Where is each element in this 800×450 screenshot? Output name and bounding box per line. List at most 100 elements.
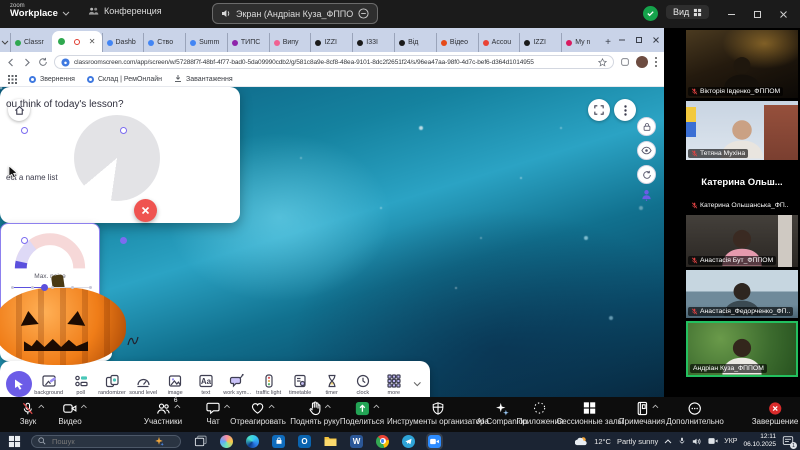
security-shield-icon[interactable] <box>643 6 658 21</box>
control-share-screen[interactable]: Поделиться <box>340 400 384 426</box>
browser-tab[interactable]: IZZI <box>310 33 352 52</box>
taskbar-zoom-icon[interactable] <box>428 435 441 448</box>
participant-tile-active-speaker[interactable]: Андріан Куза_ФППОМ <box>686 321 798 377</box>
chevron-up-icon[interactable] <box>174 404 181 409</box>
browser-restore-button[interactable] <box>630 32 647 49</box>
chevron-up-icon[interactable] <box>81 404 88 409</box>
window-restore-button[interactable] <box>748 5 766 23</box>
view-button[interactable]: Вид <box>666 5 709 19</box>
participant-tile[interactable]: Катерина Ольш... Катерина Ольшанська_ФП.… <box>686 163 798 212</box>
tool-randomizer[interactable]: randomizer <box>97 373 127 396</box>
browser-tab[interactable]: My n <box>561 33 603 52</box>
taskbar-copilot-icon[interactable] <box>220 435 233 448</box>
control-end-meeting[interactable]: Завершение <box>752 400 799 426</box>
select-tool-button[interactable] <box>6 371 32 397</box>
taskbar-outlook-icon[interactable]: O <box>298 435 311 448</box>
weather-temp[interactable]: 12°C <box>594 437 611 446</box>
tray-chevron-up-icon[interactable] <box>664 439 672 444</box>
tool-sound-level[interactable]: sound level <box>128 373 158 396</box>
browser-tab[interactable]: IZZI <box>519 33 561 52</box>
clock[interactable]: 12:11 06.10.2025 <box>743 433 776 449</box>
eye-button[interactable] <box>637 141 656 160</box>
tab-meeting[interactable]: Конференция <box>88 6 162 16</box>
browser-tab[interactable]: Accou <box>478 33 520 52</box>
language-indicator[interactable]: УКР <box>724 438 737 445</box>
taskbar-chrome-icon[interactable] <box>376 435 389 448</box>
control-reactions[interactable]: Отреагировать <box>230 400 286 426</box>
tool-clock[interactable]: clock <box>348 373 378 396</box>
apps-grid-icon[interactable] <box>8 75 17 84</box>
browser-tab[interactable]: ТИПС <box>227 33 269 52</box>
slider-thumb[interactable] <box>41 284 48 291</box>
participant-tile[interactable]: Анастасія_Федорченко_ФП.. <box>686 270 798 318</box>
selection-handle[interactable] <box>21 127 28 134</box>
tool-timetable[interactable]: timetable <box>285 373 315 396</box>
tray-camera-icon[interactable] <box>708 437 718 445</box>
browser-tab[interactable]: Випу <box>269 33 311 52</box>
extensions-icon[interactable] <box>620 57 630 67</box>
bookmark-item[interactable]: Завантаження <box>174 75 233 83</box>
browser-menu-icon[interactable] <box>654 56 658 68</box>
control-chat[interactable]: Чат <box>206 400 221 426</box>
noise-slider[interactable] <box>9 283 91 291</box>
taskbar-store-icon[interactable] <box>272 435 285 448</box>
participant-tile[interactable]: Анастасія Бут_ФППОМ <box>686 215 798 267</box>
chevron-down-icon[interactable] <box>62 11 70 16</box>
control-more[interactable]: Дополнительно <box>666 400 724 426</box>
back-icon[interactable] <box>6 58 16 67</box>
bookmark-star-icon[interactable] <box>598 58 607 67</box>
profile-avatar[interactable] <box>636 56 648 68</box>
browser-tab[interactable]: Ство <box>143 33 185 52</box>
control-notes[interactable]: Примечания <box>619 400 665 426</box>
notification-center[interactable]: 1 <box>782 435 794 447</box>
participant-tile[interactable]: Тетяна Мухіна <box>686 101 798 160</box>
browser-tab[interactable]: Summ <box>185 33 227 52</box>
canvas-menu-button[interactable] <box>614 99 636 121</box>
taskbar-word-icon[interactable]: W <box>350 435 363 448</box>
person-count-icon[interactable] <box>641 189 652 201</box>
tool-traffic-light[interactable]: traffic light <box>254 373 284 396</box>
forward-icon[interactable] <box>22 58 32 67</box>
tab-close-icon[interactable]: ✕ <box>89 38 96 46</box>
tool-timer[interactable]: timer <box>316 373 346 396</box>
control-breakout-rooms[interactable]: Сессионные залы <box>557 400 624 426</box>
taskbar-telegram-icon[interactable] <box>402 435 415 448</box>
chevron-up-icon[interactable] <box>268 404 275 409</box>
task-view-button[interactable] <box>194 435 207 448</box>
new-tab-button[interactable]: + <box>603 33 613 52</box>
browser-tab[interactable]: Від <box>394 33 436 52</box>
tray-volume-icon[interactable] <box>692 437 702 446</box>
tab-screen-share[interactable]: Экран (Андріан Куза_ФППО <box>212 3 378 24</box>
fullscreen-button[interactable] <box>588 99 610 121</box>
start-button[interactable] <box>8 435 21 448</box>
control-host-tools[interactable]: Инструменты организатора <box>387 400 489 426</box>
minimize-share-icon[interactable] <box>358 8 369 19</box>
control-video[interactable]: Видео <box>58 400 81 426</box>
taskbar-search[interactable] <box>31 435 181 448</box>
browser-close-button[interactable] <box>647 32 664 49</box>
browser-tab[interactable]: Dashb <box>102 33 144 52</box>
bookmark-item[interactable]: Звернення <box>29 76 75 83</box>
browser-tab[interactable]: I33I <box>352 33 394 52</box>
address-bar[interactable]: ● classroomscreen.com/app/screen/w/57288… <box>54 55 614 69</box>
selection-handle[interactable] <box>21 237 28 244</box>
bookmark-item[interactable]: Склад | РемОнлайн <box>87 76 162 83</box>
chevron-up-icon[interactable] <box>324 404 331 409</box>
chevron-up-icon[interactable] <box>38 404 45 409</box>
tool-poll[interactable]: poll <box>65 373 95 396</box>
weather-desc[interactable]: Partly sunny <box>617 437 658 446</box>
window-minimize-button[interactable] <box>722 5 740 23</box>
tab-search-chevron-icon[interactable] <box>0 33 10 52</box>
control-audio[interactable]: Звук <box>20 400 36 426</box>
site-info-icon[interactable]: ● <box>61 58 70 67</box>
reload-icon[interactable] <box>38 57 48 67</box>
dialog-close-button[interactable] <box>134 199 157 222</box>
taskbar-explorer-icon[interactable] <box>324 435 337 448</box>
chevron-up-icon[interactable] <box>652 404 659 409</box>
participant-tile[interactable]: Вікторія Івденко_ФППОМ <box>686 30 798 98</box>
browser-minimize-button[interactable] <box>613 32 630 49</box>
refresh-button[interactable] <box>637 165 656 184</box>
lock-button[interactable] <box>637 117 656 136</box>
tool-background[interactable]: background <box>33 373 64 396</box>
tray-mic-icon[interactable] <box>678 436 686 446</box>
